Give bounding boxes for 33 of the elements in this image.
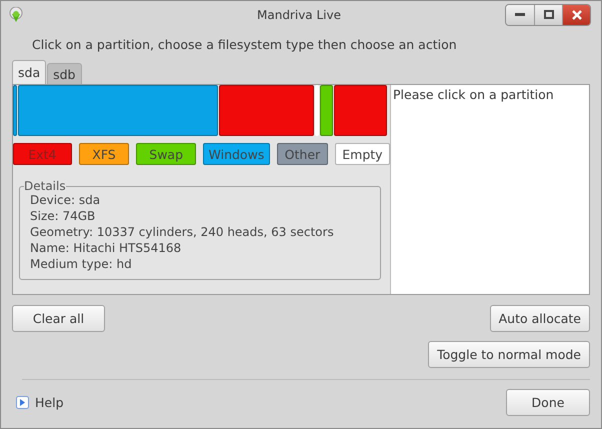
detail-line: Geometry: 10337 cylinders, 240 heads, 63 sectors bbox=[30, 225, 335, 239]
auto-allocate-button[interactable]: Auto allocate bbox=[490, 305, 590, 332]
toggle-mode-button[interactable]: Toggle to normal mode bbox=[428, 341, 590, 368]
partition-segment[interactable] bbox=[219, 85, 314, 136]
detail-line: Size: 74GB bbox=[30, 209, 96, 223]
filesystem-type-button[interactable]: XFS bbox=[78, 143, 130, 165]
minimize-button[interactable] bbox=[506, 4, 534, 24]
minimize-icon bbox=[515, 12, 525, 16]
close-button[interactable] bbox=[562, 4, 590, 24]
maximize-button[interactable] bbox=[534, 4, 562, 24]
expander-icon bbox=[16, 396, 29, 409]
partition-segment[interactable] bbox=[334, 85, 387, 136]
filesystem-type-button[interactable]: Windows bbox=[202, 143, 270, 165]
help-expander[interactable]: Help bbox=[12, 395, 64, 410]
details-title: Details bbox=[24, 179, 66, 193]
filesystem-type-button[interactable]: Empty bbox=[334, 143, 390, 165]
disk-tab[interactable]: sdb bbox=[47, 63, 82, 84]
window-title: Mandriva Live bbox=[256, 8, 342, 22]
detail-line: Medium type: hd bbox=[30, 257, 133, 271]
partition-segment[interactable] bbox=[18, 85, 218, 136]
filesystem-type-button[interactable]: Swap bbox=[136, 143, 196, 165]
detail-line: Device: sda bbox=[30, 193, 102, 207]
partition-segment[interactable] bbox=[320, 85, 333, 136]
detail-line: Name: Hitachi HTS54168 bbox=[30, 241, 182, 255]
instruction-text: Click on a partition, choose a filesystem type then choose an action bbox=[31, 37, 458, 52]
done-button[interactable]: Done bbox=[506, 389, 590, 416]
maximize-icon bbox=[544, 10, 554, 19]
info-text: Please click on a partition bbox=[393, 87, 554, 102]
close-icon bbox=[572, 10, 582, 20]
partition-segment[interactable] bbox=[13, 85, 17, 136]
mandriva-logo-icon bbox=[9, 6, 23, 22]
disk-tab[interactable]: sda bbox=[12, 60, 46, 84]
clear-all-button[interactable]: Clear all bbox=[12, 305, 105, 332]
